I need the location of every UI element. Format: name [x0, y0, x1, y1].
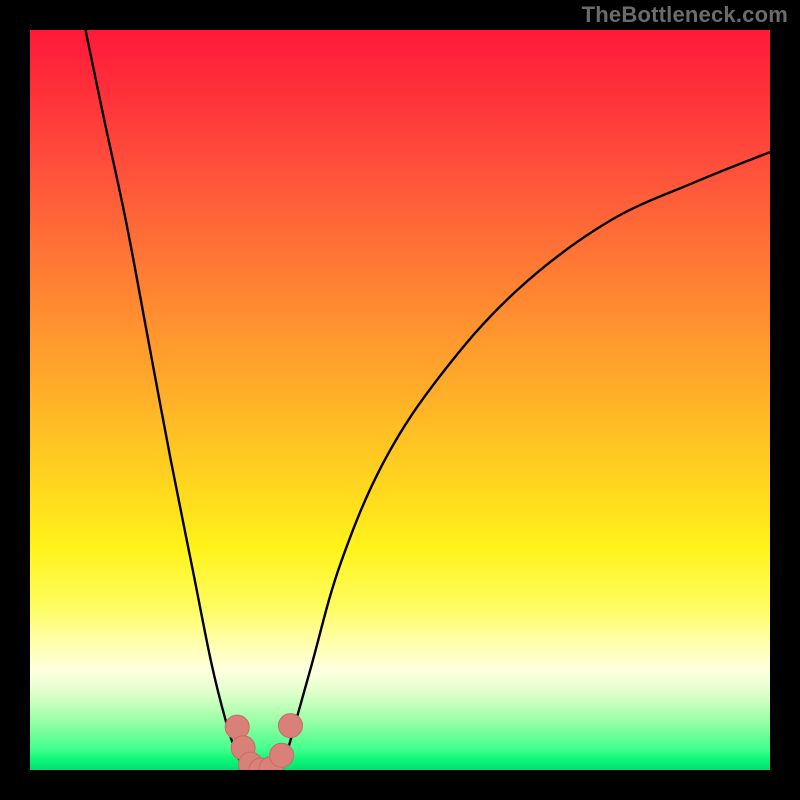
valley-marker: [270, 743, 294, 767]
chart-frame: TheBottleneck.com: [0, 0, 800, 800]
watermark-text: TheBottleneck.com: [582, 2, 788, 28]
plot-area: [30, 30, 770, 770]
valley-marker: [225, 715, 249, 739]
valley-marker: [278, 714, 302, 738]
bottleneck-curve: [86, 30, 771, 770]
chart-svg: [30, 30, 770, 770]
